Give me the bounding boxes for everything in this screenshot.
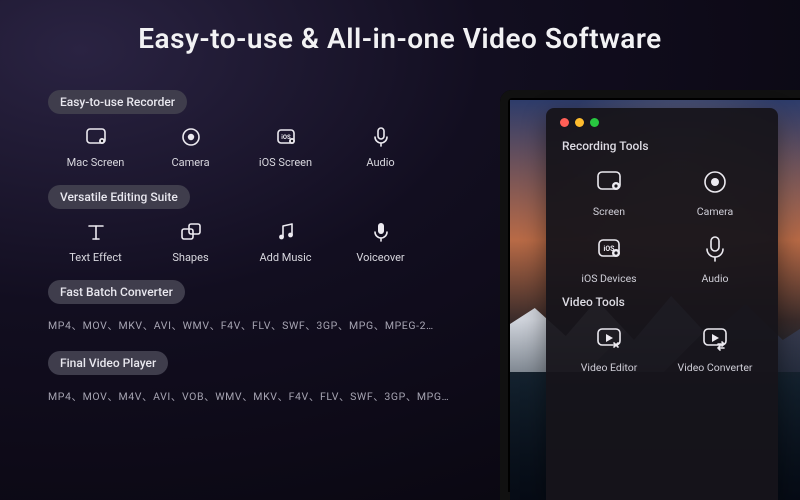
feature-label: Audio xyxy=(366,156,394,169)
tool-label: Video Editor xyxy=(581,361,638,374)
feature-label: Camera xyxy=(171,156,209,169)
tool-screen[interactable]: Screen xyxy=(564,165,654,218)
headline: Easy-to-use & All-in-one Video Software xyxy=(0,22,800,55)
microphone-icon xyxy=(698,232,732,266)
minimize-icon[interactable] xyxy=(575,118,584,127)
section-pill-recorder: Easy-to-use Recorder xyxy=(48,90,187,114)
ios-device-icon: iOS xyxy=(592,232,626,266)
window-traffic-lights[interactable] xyxy=(560,118,764,127)
close-icon[interactable] xyxy=(560,118,569,127)
recorder-row: Mac Screen Camera iOS iOS Screen Audio xyxy=(48,124,478,169)
feature-column: Easy-to-use Recorder Mac Screen Camera i… xyxy=(48,90,478,422)
panel-heading-video: Video Tools xyxy=(562,295,764,309)
app-window: Recording Tools Screen Camera xyxy=(546,108,778,500)
music-note-icon xyxy=(273,219,299,245)
camera-icon xyxy=(698,165,732,199)
panel-heading-recording: Recording Tools xyxy=(562,139,764,153)
zoom-icon[interactable] xyxy=(590,118,599,127)
editing-row: Text Effect Shapes Add Music Voiceover xyxy=(48,219,478,264)
section-pill-editing: Versatile Editing Suite xyxy=(48,185,190,209)
laptop-screen: Recording Tools Screen Camera xyxy=(510,100,800,500)
screen-record-icon xyxy=(83,124,109,150)
feature-audio: Audio xyxy=(333,124,428,169)
feature-add-music: Add Music xyxy=(238,219,333,264)
feature-label: Add Music xyxy=(259,251,311,264)
feature-ios-screen: iOS iOS Screen xyxy=(238,124,333,169)
tool-video-converter[interactable]: Video Converter xyxy=(670,321,760,374)
feature-label: Shapes xyxy=(172,251,208,264)
marketing-slide: Easy-to-use & All-in-one Video Software … xyxy=(0,0,800,500)
screen-record-icon xyxy=(592,165,626,199)
tool-camera[interactable]: Camera xyxy=(670,165,760,218)
tool-label: Screen xyxy=(593,205,625,218)
section-pill-converter: Fast Batch Converter xyxy=(48,280,185,304)
video-converter-icon xyxy=(698,321,732,355)
tool-label: Video Converter xyxy=(678,361,753,374)
voiceover-mic-icon xyxy=(368,219,394,245)
ios-screen-icon: iOS xyxy=(273,124,299,150)
shapes-icon xyxy=(178,219,204,245)
feature-voiceover: Voiceover xyxy=(333,219,428,264)
feature-camera: Camera xyxy=(143,124,238,169)
section-pill-player: Final Video Player xyxy=(48,351,168,375)
tool-label: Camera xyxy=(697,205,733,218)
feature-label: Mac Screen xyxy=(67,156,125,169)
video-tools-grid: Video Editor Video Converter xyxy=(560,321,764,374)
tool-ios-devices[interactable]: iOS iOS Devices xyxy=(564,232,654,285)
feature-text-effect: Text Effect xyxy=(48,219,143,264)
feature-mac-screen: Mac Screen xyxy=(48,124,143,169)
tool-audio[interactable]: Audio xyxy=(670,232,760,285)
feature-label: Voiceover xyxy=(356,251,404,264)
microphone-icon xyxy=(368,124,394,150)
tool-label: iOS Devices xyxy=(581,272,636,285)
converter-formats: MP4、MOV、MKV、AVI、WMV、F4V、FLV、SWF、3GP、MPG、… xyxy=(48,318,468,333)
tool-video-editor[interactable]: Video Editor xyxy=(564,321,654,374)
camera-icon xyxy=(178,124,204,150)
laptop-mockup: Recording Tools Screen Camera xyxy=(500,90,800,500)
recording-tools-grid: Screen Camera iOS iOS Devices xyxy=(560,165,764,285)
video-editor-icon xyxy=(592,321,626,355)
player-formats: MP4、MOV、M4V、AVI、VOB、WMV、MKV、F4V、FLV、SWF、… xyxy=(48,389,468,404)
feature-label: Text Effect xyxy=(69,251,122,264)
feature-label: iOS Screen xyxy=(259,156,312,169)
text-effect-icon xyxy=(83,219,109,245)
tool-label: Audio xyxy=(701,272,728,285)
feature-shapes: Shapes xyxy=(143,219,238,264)
